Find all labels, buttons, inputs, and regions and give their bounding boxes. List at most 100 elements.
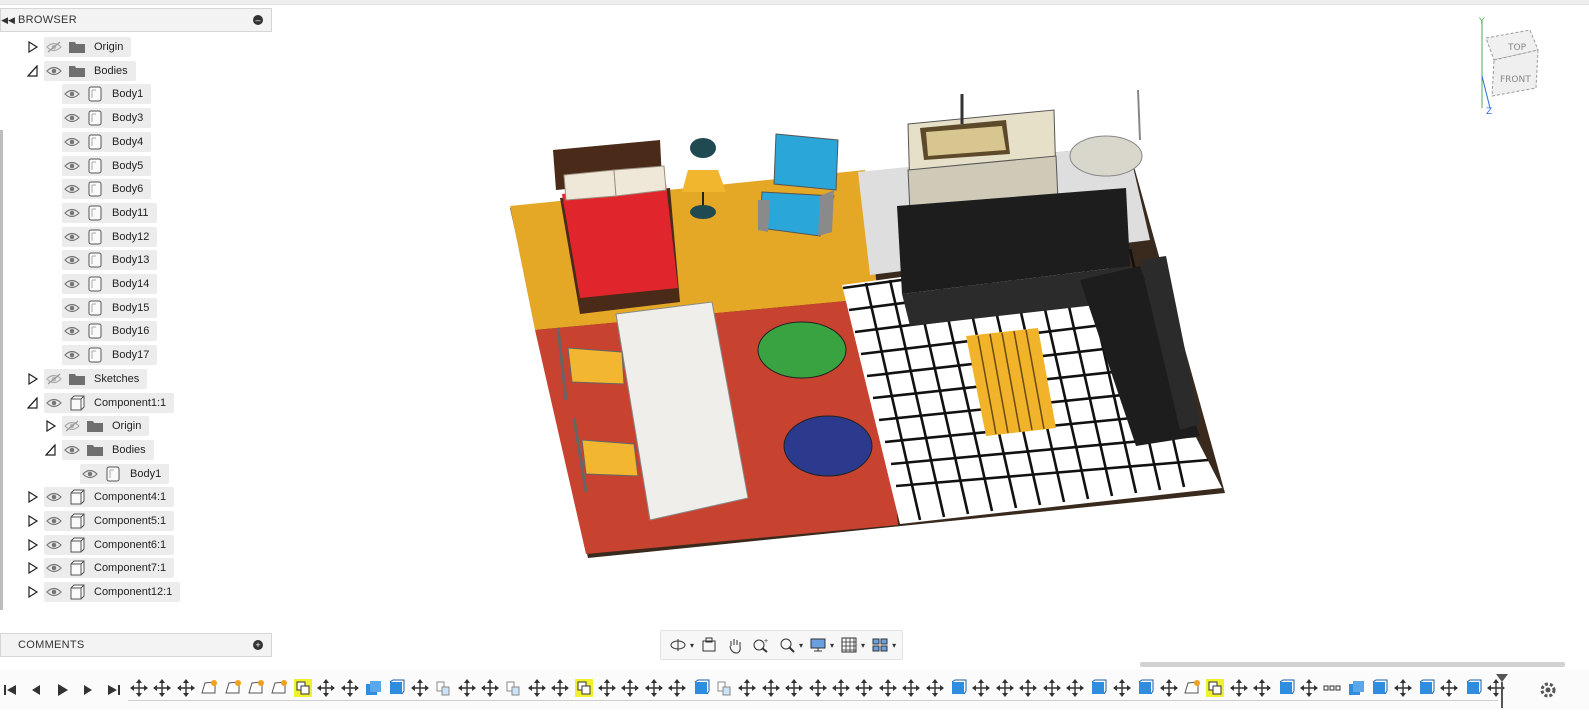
timeline-move-icon[interactable] bbox=[549, 676, 571, 700]
eye-icon[interactable] bbox=[44, 511, 64, 531]
timeline-move-icon[interactable] bbox=[736, 676, 758, 700]
eye-icon[interactable] bbox=[80, 464, 100, 484]
browser-tree-node[interactable]: Body13 bbox=[44, 249, 158, 271]
eye-icon[interactable] bbox=[62, 298, 82, 318]
tree-node-chip[interactable]: Body1 bbox=[80, 463, 170, 484]
look-at-icon[interactable] bbox=[698, 634, 720, 656]
gear-icon[interactable] bbox=[1538, 680, 1558, 700]
play-icon[interactable] bbox=[52, 680, 72, 700]
browser-tree-node[interactable]: Body4 bbox=[44, 131, 152, 153]
eye-icon[interactable] bbox=[62, 440, 82, 460]
timeline-move-icon[interactable] bbox=[853, 676, 875, 700]
timeline-move-icon[interactable] bbox=[1438, 676, 1460, 700]
tree-node-chip[interactable]: Origin bbox=[44, 37, 132, 57]
timeline-combine-icon[interactable] bbox=[1204, 676, 1226, 700]
tree-node-chip[interactable]: Bodies bbox=[62, 439, 154, 460]
browser-tree-node[interactable]: Body1 bbox=[62, 463, 170, 485]
go-to-start-icon[interactable] bbox=[0, 680, 20, 700]
timeline-move-icon[interactable] bbox=[1251, 676, 1273, 700]
timeline-sketch-icon[interactable] bbox=[245, 676, 267, 700]
tree-node-chip[interactable]: Bodies bbox=[44, 60, 136, 81]
tree-node-chip[interactable]: Body17 bbox=[62, 345, 158, 366]
timeline-box-icon[interactable] bbox=[1087, 676, 1109, 700]
tree-node-chip[interactable]: Component6:1 bbox=[44, 534, 175, 555]
tree-node-chip[interactable]: Origin bbox=[62, 416, 150, 437]
grid-settings-icon[interactable] bbox=[838, 634, 860, 656]
timeline-move-icon[interactable] bbox=[924, 676, 946, 700]
eye-icon[interactable] bbox=[62, 84, 82, 104]
step-forward-icon[interactable] bbox=[78, 680, 98, 700]
timeline-move-icon[interactable] bbox=[128, 676, 150, 700]
eye-icon[interactable] bbox=[44, 535, 64, 555]
timeline-move-icon[interactable] bbox=[315, 676, 337, 700]
browser-tree-node[interactable]: Component12:1 bbox=[26, 581, 181, 603]
timeline-move-icon[interactable] bbox=[994, 676, 1016, 700]
timeline-sketch-icon[interactable] bbox=[1181, 676, 1203, 700]
browser-tree-node[interactable]: Component5:1 bbox=[26, 510, 175, 532]
eye-hidden-icon[interactable] bbox=[44, 369, 64, 389]
viewcube-top-label[interactable]: TOP bbox=[1507, 43, 1527, 53]
timeline-move-icon[interactable] bbox=[526, 676, 548, 700]
timeline-sketch-icon[interactable] bbox=[198, 676, 220, 700]
timeline-move-icon[interactable] bbox=[1041, 676, 1063, 700]
eye-icon[interactable] bbox=[62, 345, 82, 365]
expand-arrow-icon[interactable] bbox=[26, 368, 40, 390]
timeline-sketch-icon[interactable] bbox=[268, 676, 290, 700]
viewcube-front-label[interactable]: FRONT bbox=[1500, 75, 1531, 85]
eye-icon[interactable] bbox=[62, 321, 82, 341]
timeline-extrude-icon[interactable] bbox=[362, 676, 384, 700]
timeline-move-icon[interactable] bbox=[970, 676, 992, 700]
timeline-joint-icon[interactable] bbox=[502, 676, 524, 700]
timeline-move-icon[interactable] bbox=[830, 676, 852, 700]
go-to-end-icon[interactable] bbox=[104, 680, 124, 700]
tree-node-chip[interactable]: Component4:1 bbox=[44, 487, 175, 508]
tree-node-chip[interactable]: Body3 bbox=[62, 108, 152, 129]
eye-hidden-icon[interactable] bbox=[44, 37, 64, 57]
timeline-move-icon[interactable] bbox=[900, 676, 922, 700]
tree-node-chip[interactable]: Component5:1 bbox=[44, 511, 175, 531]
timeline-extrude-icon[interactable] bbox=[1345, 676, 1367, 700]
expand-arrow-icon[interactable] bbox=[26, 36, 40, 58]
browser-tree-node[interactable]: Body1 bbox=[44, 83, 152, 105]
browser-tree-node[interactable]: Body11 bbox=[44, 202, 157, 224]
tree-node-chip[interactable]: Body6 bbox=[62, 179, 152, 200]
timeline-box-icon[interactable] bbox=[385, 676, 407, 700]
timeline-joint-icon[interactable] bbox=[432, 676, 454, 700]
browser-tree-node[interactable]: Body17 bbox=[44, 344, 158, 366]
expand-arrow-icon[interactable] bbox=[26, 486, 40, 508]
timeline-marker[interactable] bbox=[1495, 672, 1509, 708]
timeline-box-icon[interactable] bbox=[1462, 676, 1484, 700]
tree-node-chip[interactable]: Component12:1 bbox=[44, 582, 181, 603]
timeline-combine-icon[interactable] bbox=[292, 676, 314, 700]
browser-tree-node[interactable]: Bodies bbox=[44, 439, 154, 461]
expand-arrow-icon[interactable] bbox=[26, 557, 40, 579]
timeline-move-icon[interactable] bbox=[175, 676, 197, 700]
timeline-move-icon[interactable] bbox=[760, 676, 782, 700]
eye-icon[interactable] bbox=[62, 203, 82, 223]
timeline-combine-icon[interactable] bbox=[573, 676, 595, 700]
eye-icon[interactable] bbox=[44, 61, 64, 81]
tree-node-chip[interactable]: Body1 bbox=[62, 84, 152, 105]
browser-tree-node[interactable]: Component6:1 bbox=[26, 534, 175, 556]
timeline-move-icon[interactable] bbox=[783, 676, 805, 700]
expand-arrow-icon[interactable] bbox=[26, 534, 40, 556]
browser-header[interactable]: ◀◀ BROWSER – bbox=[0, 8, 272, 32]
tree-node-chip[interactable]: Body13 bbox=[62, 250, 158, 271]
tree-node-chip[interactable]: Body16 bbox=[62, 321, 158, 342]
chevron-down-icon[interactable]: ▾ bbox=[892, 641, 896, 650]
browser-tree-node[interactable]: Body3 bbox=[44, 107, 152, 129]
browser-tree-node[interactable]: Body5 bbox=[44, 155, 152, 177]
viewport-3d[interactable] bbox=[500, 80, 1240, 570]
step-back-icon[interactable] bbox=[26, 680, 46, 700]
eye-icon[interactable] bbox=[44, 487, 64, 507]
browser-tree-node[interactable]: Body14 bbox=[44, 273, 158, 295]
timeline-move-icon[interactable] bbox=[1392, 676, 1414, 700]
timeline-box-icon[interactable] bbox=[1415, 676, 1437, 700]
expand-arrow-icon[interactable] bbox=[26, 581, 40, 603]
add-comment-button[interactable]: + bbox=[253, 640, 263, 650]
tree-node-chip[interactable]: Component7:1 bbox=[44, 558, 175, 579]
browser-tree-node[interactable]: Body15 bbox=[44, 297, 158, 319]
collapse-arrow-icon[interactable] bbox=[26, 392, 40, 414]
tree-node-chip[interactable]: Body12 bbox=[62, 226, 158, 247]
collapse-arrow-icon[interactable] bbox=[44, 439, 58, 461]
